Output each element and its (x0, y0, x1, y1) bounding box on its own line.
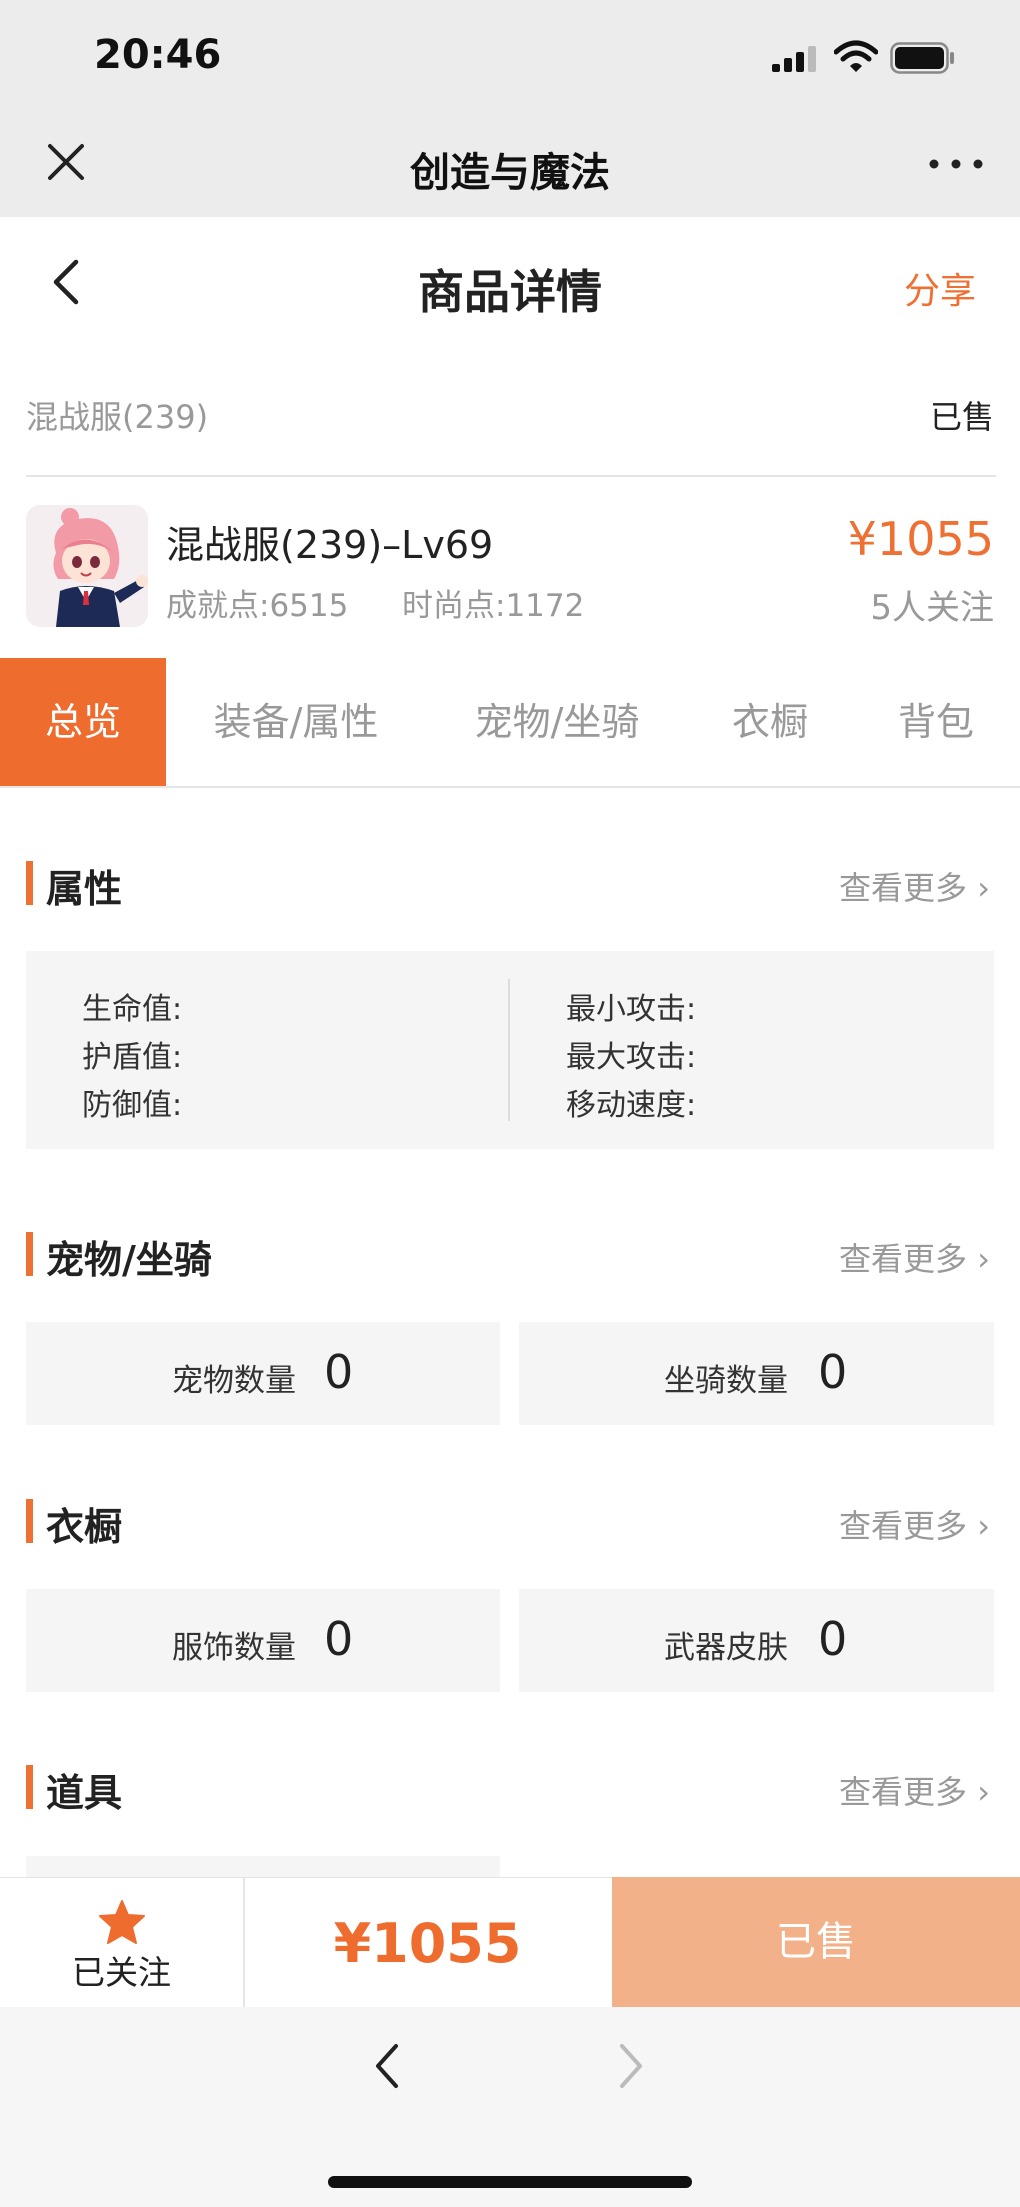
star-icon (99, 1900, 145, 1944)
section-title-wardrobe: 衣橱 (46, 1505, 123, 1549)
tab-equipment[interactable]: 装备/属性 (166, 658, 426, 786)
chevron-right-icon: › (977, 1240, 990, 1278)
chevron-right-icon: › (977, 1773, 990, 1811)
props-card (26, 1856, 500, 1877)
see-more-label: 查看更多 (839, 1240, 968, 1278)
attr-max-attack: 最大攻击: (566, 1040, 697, 1075)
section-title-pets: 宠物/坐骑 (46, 1238, 212, 1282)
weapon-skin-value: 0 (818, 1612, 848, 1666)
pet-count-value: 0 (324, 1345, 354, 1399)
section-marker (26, 1765, 33, 1809)
fashion-points: 时尚点:1172 (402, 588, 585, 624)
achievement-points: 成就点:6515 (166, 588, 349, 624)
cell-signal-icon (772, 46, 816, 72)
pet-count-label: 宠物数量 (172, 1363, 296, 1399)
tab-pets-mounts[interactable]: 宠物/坐骑 (426, 658, 688, 786)
tab-backpack[interactable]: 背包 (852, 658, 1020, 786)
follower-count: 5人关注 (870, 588, 994, 628)
mini-program-title: 创造与魔法 (410, 150, 610, 196)
section-title-props: 道具 (46, 1771, 123, 1815)
nav-forward-icon[interactable] (614, 2040, 646, 2092)
section-title-attributes: 属性 (46, 867, 123, 911)
home-indicator (328, 2176, 692, 2188)
section-marker (26, 1499, 33, 1543)
wifi-icon (834, 40, 878, 72)
share-button[interactable]: 分享 (904, 262, 976, 314)
page-title: 商品详情 (418, 265, 602, 319)
follow-label: 已关注 (72, 1953, 171, 1992)
product-name: 混战服(239)–Lv69 (166, 523, 494, 567)
outfit-count-value: 0 (324, 1612, 354, 1666)
outfit-count-label: 服饰数量 (172, 1630, 296, 1666)
see-more-wardrobe[interactable]: 查看更多 › (839, 1501, 990, 1547)
attr-min-attack: 最小攻击: (566, 992, 697, 1027)
see-more-props[interactable]: 查看更多 › (839, 1767, 990, 1813)
status-time: 20:46 (94, 32, 222, 78)
tab-wardrobe[interactable]: 衣橱 (688, 658, 852, 786)
see-more-label: 查看更多 (839, 869, 968, 907)
see-more-pets[interactable]: 查看更多 › (839, 1234, 990, 1280)
see-more-label: 查看更多 (839, 1507, 968, 1545)
weapon-skin-label: 武器皮肤 (664, 1630, 788, 1666)
product-price: ¥1055 (847, 512, 994, 566)
section-marker (26, 861, 33, 905)
divider (26, 475, 996, 477)
tab-bar: 总览 装备/属性 宠物/坐骑 衣橱 背包 (0, 658, 1020, 788)
nav-back-icon[interactable] (372, 2040, 404, 2092)
server-name: 混战服(239) (26, 398, 209, 436)
chevron-right-icon: › (977, 869, 990, 907)
see-more-label: 查看更多 (839, 1773, 968, 1811)
bottom-price: ¥1055 (333, 1912, 522, 1975)
chevron-right-icon: › (977, 1507, 990, 1545)
mount-count-label: 坐骑数量 (664, 1363, 788, 1399)
panel-divider (508, 979, 510, 1121)
more-options-icon[interactable] (926, 152, 986, 176)
section-marker (26, 1232, 33, 1276)
see-more-attributes[interactable]: 查看更多 › (839, 863, 990, 909)
attr-move-speed: 移动速度: (566, 1088, 697, 1123)
character-avatar (26, 505, 148, 627)
mount-count-value: 0 (818, 1345, 848, 1399)
sold-status: 已售 (930, 398, 995, 436)
attr-hp: 生命值: (82, 992, 183, 1027)
tab-overview[interactable]: 总览 (0, 658, 166, 786)
attr-shield: 护盾值: (82, 1040, 183, 1075)
battery-icon (890, 42, 954, 74)
sold-button[interactable]: 已售 (612, 1877, 1020, 2007)
attr-defense: 防御值: (82, 1088, 183, 1123)
